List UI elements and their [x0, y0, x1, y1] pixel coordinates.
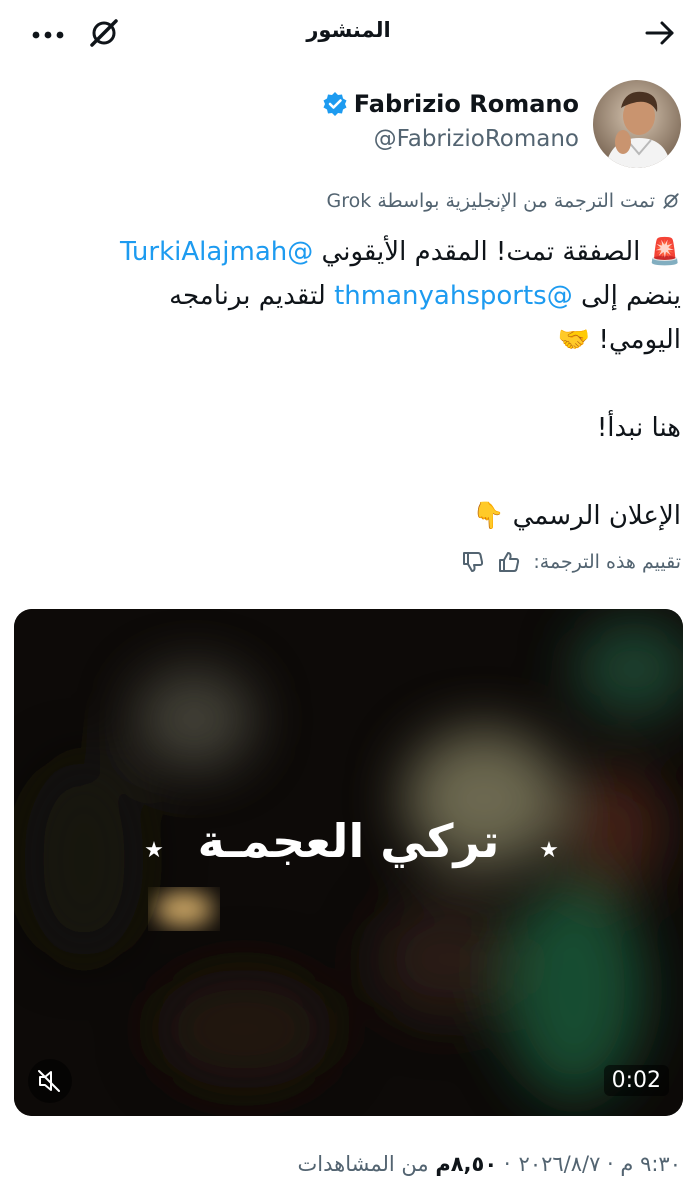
handshake-emoji: 🤝: [557, 325, 591, 355]
post-paragraph-3: الإعلان الرسمي 👇: [16, 494, 681, 538]
post-text-segment: الإعلان الرسمي: [512, 501, 681, 531]
avatar[interactable]: [593, 80, 681, 168]
author-name: Fabrizio Romano: [353, 90, 579, 118]
video-overlay-title: تركي العجمـة: [197, 814, 500, 868]
post-line-3: اليومي! 🤝: [16, 318, 681, 362]
thumbs-down-icon: [463, 552, 484, 572]
post-line-1: 🚨 الصفقة تمت! المقدم الأيقوني @TurkiAlaj…: [16, 230, 681, 274]
thumbs-up-icon: [499, 552, 520, 572]
mention-link[interactable]: @TurkiAlajmah: [120, 237, 313, 267]
rate-translation-label: تقييم هذه الترجمة:: [533, 551, 681, 573]
video-player[interactable]: ★ ★ تركي العجمـة 0:02: [14, 609, 683, 1116]
post-text-segment: الصفقة تمت! المقدم الأيقوني: [321, 237, 641, 267]
views-label: من المشاهدات: [297, 1152, 429, 1176]
post-text: 🚨 الصفقة تمت! المقدم الأيقوني @TurkiAlaj…: [16, 230, 681, 538]
back-button[interactable]: [643, 16, 677, 50]
post-text-segment: لتقديم برنامجه: [169, 281, 326, 311]
pointing-down-emoji: 👇: [471, 501, 505, 531]
mention-link[interactable]: @thmanyahsports: [334, 281, 573, 311]
post-meta: ٩:٣٠ م · ٢٠٢٦/٨/٧ · ٨,٥٠م من المشاهدات: [298, 1152, 681, 1176]
translation-note-text: تمت الترجمة من الإنجليزية بواسطة Grok: [326, 190, 655, 212]
post-text-segment: ينضم إلى: [580, 281, 681, 311]
arrow-right-icon: [645, 21, 674, 45]
post-text-segment: اليومي!: [598, 325, 681, 355]
page-title: المنشور: [306, 18, 391, 42]
translation-note: تمت الترجمة من الإنجليزية بواسطة Grok: [327, 190, 681, 212]
thumbs-down-button[interactable]: [461, 550, 485, 574]
author-handle[interactable]: @FabrizioRomano: [374, 126, 579, 152]
mute-button[interactable]: [28, 1059, 72, 1103]
display-name[interactable]: Fabrizio Romano: [322, 90, 579, 118]
verified-badge-icon: [323, 92, 347, 116]
rate-translation: تقييم هذه الترجمة:: [461, 550, 681, 574]
bullet-separator: ·: [503, 1152, 511, 1176]
top-bar: المنشور: [0, 0, 697, 70]
video-duration: 0:02: [603, 1065, 669, 1096]
siren-emoji: 🚨: [648, 237, 681, 267]
views-count-group: · ٨,٥٠م من المشاهدات: [298, 1152, 511, 1176]
speaker-muted-icon: [38, 1070, 60, 1092]
post-line-2: ينضم إلى @thmanyahsports لتقديم برنامجه: [16, 274, 681, 318]
views-count: ٨,٥٠م: [435, 1152, 498, 1176]
thumbs-up-button[interactable]: [497, 550, 521, 574]
grok-icon: [663, 193, 679, 209]
timestamp[interactable]: ٩:٣٠ م · ٢٠٢٦/٨/٧: [519, 1152, 681, 1176]
post-paragraph-2: هنا نبدأ!: [596, 413, 681, 443]
author-header: Fabrizio Romano @FabrizioRomano: [16, 80, 681, 170]
